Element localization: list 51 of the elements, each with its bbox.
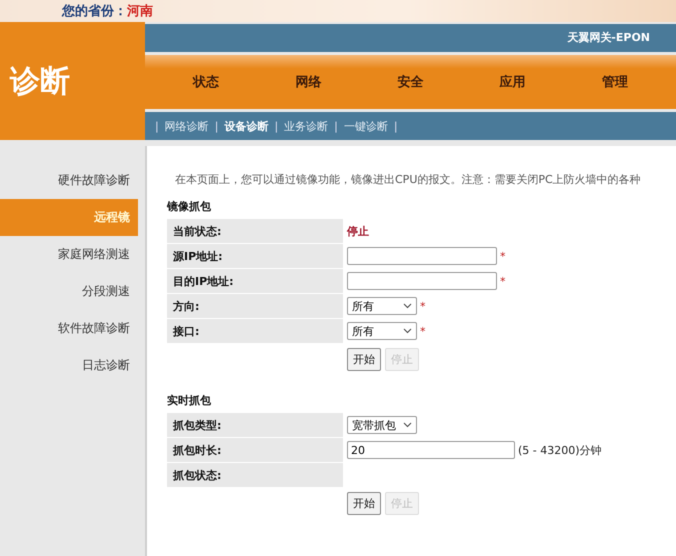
separator: |: [214, 120, 218, 133]
intro-text: 在本页面上，您可以通过镜像功能，镜像进出CPU的报文。注意：需要关闭PC上防火墙中的各种: [175, 172, 642, 187]
chevron-down-icon: [403, 422, 412, 428]
subnav-tab[interactable]: 设备诊断: [224, 118, 268, 134]
sidebar-item[interactable]: 软件故障诊断: [0, 310, 138, 347]
section-title: 镜像抓包: [167, 199, 212, 214]
field-label: 方向:: [167, 294, 343, 318]
required-mark: *: [420, 324, 426, 338]
subnav-tab[interactable]: 一键诊断: [344, 118, 388, 134]
brand-name: 天翼网关-EPON: [567, 30, 650, 46]
separator: |: [155, 120, 159, 133]
field-label: 接口:: [167, 319, 343, 343]
chevron-down-icon: [403, 328, 412, 334]
input-field[interactable]: [347, 247, 497, 265]
input-field[interactable]: 20: [347, 441, 515, 459]
input-field[interactable]: [347, 272, 497, 290]
subnav-tab[interactable]: 业务诊断: [284, 118, 328, 134]
nav-item[interactable]: 状态: [193, 73, 220, 91]
chevron-down-icon: [403, 303, 412, 309]
sidebar-item[interactable]: 日志诊断: [0, 347, 138, 384]
field-label: 当前状态:: [167, 219, 343, 243]
action-button[interactable]: 开始: [347, 348, 381, 371]
field-label: 抓包时长:: [167, 438, 343, 462]
range-hint: (5 - 43200)分钟: [518, 442, 602, 458]
field-label: 源IP地址:: [167, 244, 343, 268]
action-button[interactable]: 开始: [347, 492, 381, 515]
sidebar-item[interactable]: 硬件故障诊断: [0, 162, 138, 199]
required-mark: *: [500, 274, 506, 288]
required-mark: *: [500, 250, 506, 262]
section-title: 实时抓包: [167, 393, 212, 408]
page-title: 诊断: [0, 22, 145, 140]
field-label: 抓包类型:: [167, 413, 343, 437]
province-label: 您的省份：: [62, 3, 127, 20]
nav-item[interactable]: 网络: [295, 73, 322, 91]
province-value: 河南: [127, 3, 153, 20]
separator: |: [274, 120, 278, 133]
field-label: 目的IP地址:: [167, 269, 343, 293]
nav-item[interactable]: 安全: [397, 73, 424, 91]
subnav-tab[interactable]: 网络诊断: [164, 118, 209, 134]
sidebar-item[interactable]: 家庭网络测速: [0, 236, 138, 273]
field-label: 抓包状态:: [167, 463, 343, 487]
separator: |: [334, 120, 338, 133]
required-mark: *: [420, 300, 426, 312]
separator: |: [394, 120, 398, 133]
dropdown[interactable]: 所有: [347, 297, 417, 315]
dropdown[interactable]: 宽带抓包: [347, 416, 417, 434]
sidebar-item[interactable]: 分段测速: [0, 273, 138, 310]
status-text: 停止: [347, 224, 369, 238]
nav-item[interactable]: 管理: [602, 73, 628, 91]
nav-item[interactable]: 应用: [500, 73, 526, 91]
dropdown[interactable]: 所有: [347, 322, 417, 340]
